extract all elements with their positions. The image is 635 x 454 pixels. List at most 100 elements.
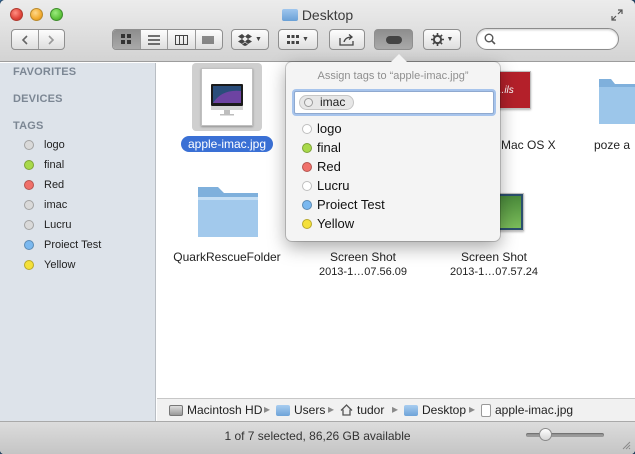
sidebar-tag-label: Yellow <box>44 259 76 271</box>
popover-tag-label: Lucru <box>317 178 350 193</box>
forward-button[interactable] <box>39 34 65 45</box>
tag-token-dot <box>304 98 313 107</box>
sidebar-tag-lucru[interactable]: Lucru <box>24 216 72 234</box>
status-bar: 1 of 7 selected, 86,26 GB available <box>0 421 635 454</box>
arrange-icon <box>287 34 300 44</box>
assign-tags-popover: Assign tags to “apple-imac.jpg” imac log… <box>286 54 500 241</box>
home-icon <box>340 404 353 416</box>
back-button[interactable] <box>12 34 38 45</box>
tag-color-dot <box>302 123 312 134</box>
icon-size-slider-knob[interactable] <box>539 428 552 441</box>
file-item-screen-shot-2[interactable]: Screen Shot 2013-1…07.57.24 <box>424 249 564 279</box>
sidebar: FAVORITES DEVICES TAGS logo final Red imac L… <box>0 63 156 428</box>
popover-tag-label: final <box>317 140 341 155</box>
sidebar-header-tags[interactable]: TAGS <box>13 120 44 132</box>
search-field[interactable] <box>476 28 619 50</box>
tag-color-dot <box>24 180 34 190</box>
chevron-right-icon: ▸ <box>392 402 399 416</box>
popover-arrow <box>390 54 408 63</box>
list-icon <box>147 34 160 45</box>
tag-color-dot <box>302 199 312 210</box>
chevron-right-icon <box>48 34 55 45</box>
popover-tag-label: Yellow <box>317 216 355 231</box>
file-item-screen-shot-1[interactable]: Screen Shot 2013-1…07.56.09 <box>293 249 433 279</box>
popover-tag-final[interactable]: final <box>302 138 341 157</box>
image-file-icon <box>481 403 491 417</box>
tag-input-field[interactable]: imac <box>294 91 494 114</box>
sidebar-tag-label: imac <box>44 199 68 211</box>
hard-drive-icon <box>169 404 183 416</box>
sidebar-tag-label: final <box>44 159 65 171</box>
back-forward-control <box>11 29 65 50</box>
folder-icon <box>404 404 418 416</box>
tag-color-dot <box>24 200 34 210</box>
popover-tag-logo[interactable]: logo <box>302 119 342 138</box>
tag-color-dot <box>302 218 312 229</box>
file-name: apple-imac.jpg <box>180 136 274 152</box>
file-item-apple-imac[interactable]: apple-imac.jpg <box>167 136 287 152</box>
sidebar-tag-imac[interactable]: imac <box>24 196 67 214</box>
chevron-down-icon: ▼ <box>255 36 262 43</box>
sidebar-tag-logo[interactable]: logo <box>24 136 65 154</box>
folder-icon[interactable] <box>195 183 261 239</box>
share-button[interactable] <box>329 29 365 50</box>
icon-size-slider[interactable] <box>526 428 604 441</box>
tag-token[interactable]: imac <box>299 95 355 110</box>
search-icon <box>484 33 496 45</box>
tag-color-dot <box>24 160 34 170</box>
file-thumbnail-apple-imac[interactable] <box>201 68 253 126</box>
path-crumb-desktop[interactable]: Desktop <box>404 403 466 417</box>
popover-tag-lucru[interactable]: Lucru <box>302 176 350 195</box>
path-bar: Macintosh HD ▸ Users ▸ tudor ▸ Desktop ▸… <box>157 398 635 421</box>
chevron-down-icon: ▼ <box>302 36 309 43</box>
popover-tag-yellow[interactable]: Yellow <box>302 214 354 233</box>
path-crumb-users[interactable]: Users <box>276 403 325 417</box>
tag-color-dot <box>302 180 312 191</box>
sidebar-tag-label: Lucru <box>44 219 72 231</box>
arrange-menu-button[interactable]: ▼ <box>278 29 318 50</box>
popover-tag-proiect-test[interactable]: Proiect Test <box>302 195 385 214</box>
path-crumb-apple-imac[interactable]: apple-imac.jpg <box>481 403 573 417</box>
folder-icon <box>276 404 290 416</box>
chevron-left-icon <box>21 34 28 45</box>
popover-tag-label: Proiect Test <box>317 197 385 212</box>
coverflow-view-button[interactable] <box>196 30 223 49</box>
file-name: poze a <box>594 138 631 152</box>
file-name-sub: 2013-1…07.57.24 <box>449 266 539 278</box>
sidebar-header-favorites[interactable]: FAVORITES <box>13 66 76 78</box>
window-title-text: Desktop <box>301 7 354 23</box>
tag-token-label: imac <box>320 95 346 109</box>
popover-title: Assign tags to “apple-imac.jpg” <box>317 70 469 82</box>
list-view-button[interactable] <box>141 30 168 49</box>
sidebar-tag-label: Proiect Test <box>44 239 102 251</box>
file-item-poze[interactable]: poze a <box>587 137 635 153</box>
popover-tag-label: logo <box>317 121 342 136</box>
popover-tag-red[interactable]: Red <box>302 157 341 176</box>
action-menu-button[interactable]: ▼ <box>423 29 461 50</box>
grid-icon <box>120 34 131 44</box>
path-crumb-tudor[interactable]: tudor <box>340 403 384 417</box>
tag-color-dot <box>302 142 312 153</box>
file-item-quarkrescuefolder[interactable]: QuarkRescueFolder <box>157 249 297 265</box>
sidebar-tag-final[interactable]: final <box>24 156 64 174</box>
tag-color-dot <box>302 161 312 172</box>
finder-window: Desktop ▼ ▼ ▼ FAVORITES DEVICES TAGS log… <box>0 0 635 454</box>
edit-tags-button[interactable] <box>374 29 413 50</box>
chevron-down-icon: ▼ <box>446 36 454 43</box>
sidebar-header-devices[interactable]: DEVICES <box>13 93 63 105</box>
column-view-button[interactable] <box>168 30 195 49</box>
resize-grip-icon[interactable] <box>621 440 631 450</box>
icon-view-button[interactable] <box>113 30 140 49</box>
folder-icon[interactable] <box>597 73 635 127</box>
sidebar-tag-yellow[interactable]: Yellow <box>24 256 75 274</box>
tag-color-dot <box>24 220 34 230</box>
sidebar-tag-red[interactable]: Red <box>24 176 64 194</box>
folder-icon <box>281 9 298 21</box>
coverflow-icon <box>202 35 214 44</box>
sidebar-tag-label: Red <box>44 179 65 191</box>
path-crumb-macintosh-hd[interactable]: Macintosh HD <box>169 403 262 417</box>
gear-icon <box>430 33 444 46</box>
dropbox-menu-button[interactable]: ▼ <box>231 29 269 50</box>
fullscreen-icon[interactable] <box>611 9 623 21</box>
sidebar-tag-proiect-test[interactable]: Proiect Test <box>24 236 101 254</box>
